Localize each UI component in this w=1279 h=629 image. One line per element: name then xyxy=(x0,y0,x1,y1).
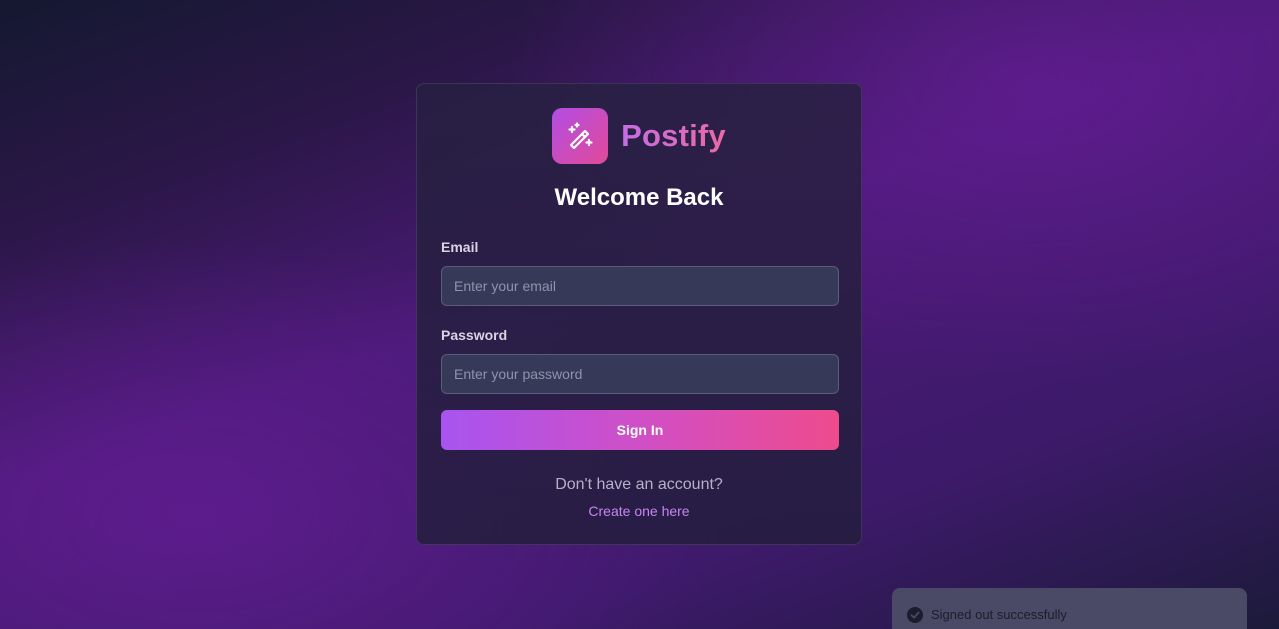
email-label: Email xyxy=(441,239,479,255)
brand-header: Postify xyxy=(417,108,861,164)
toast-notification: Signed out successfully xyxy=(892,588,1247,629)
magic-wand-icon xyxy=(564,120,596,152)
password-label: Password xyxy=(441,327,508,343)
email-field[interactable] xyxy=(441,266,839,306)
password-field[interactable] xyxy=(441,354,839,394)
app-name: Postify xyxy=(621,118,726,153)
check-circle-icon xyxy=(907,607,923,623)
app-logo xyxy=(552,108,609,164)
page-title: Welcome Back xyxy=(554,184,724,211)
signup-prompt: Don't have an account? xyxy=(555,476,723,493)
sign-in-button[interactable]: Sign In xyxy=(441,410,839,450)
create-account-link[interactable]: Create one here xyxy=(417,503,861,519)
login-card: Postify Welcome Back Email Password Sign… xyxy=(416,83,862,545)
toast-message: Signed out successfully xyxy=(931,607,1067,622)
